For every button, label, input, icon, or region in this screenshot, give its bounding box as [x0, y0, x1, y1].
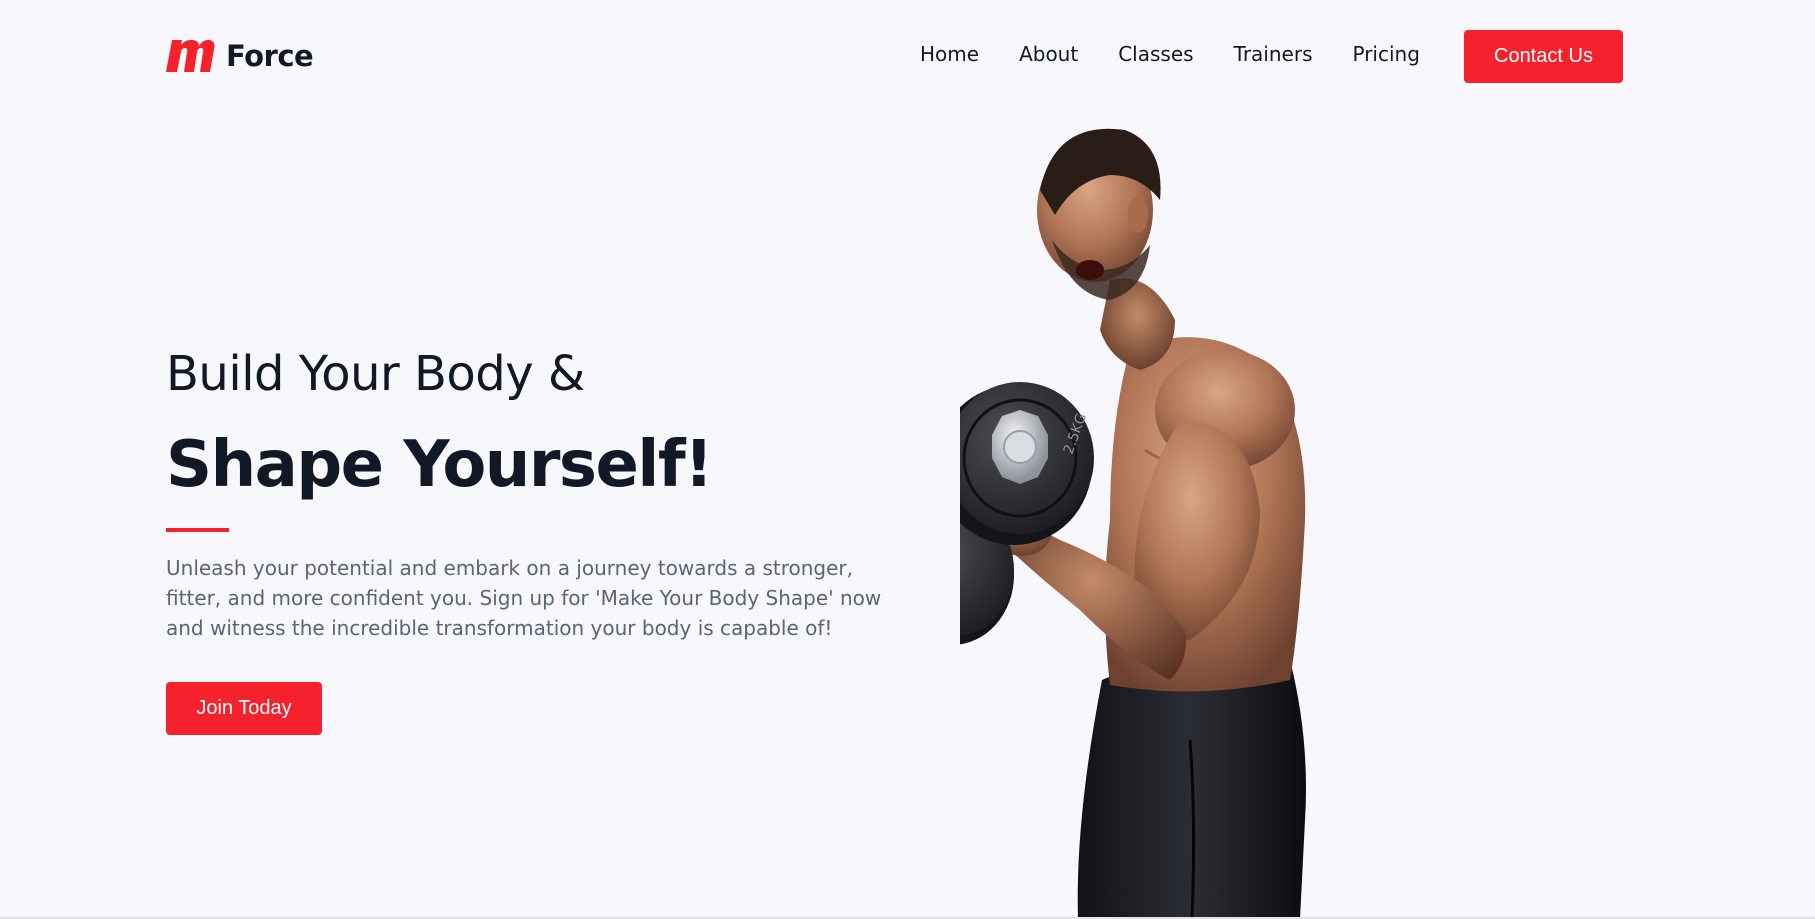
nav-trainers[interactable]: Trainers [1234, 42, 1313, 66]
main-nav: Home About Classes Trainers Pricing [920, 42, 1420, 66]
nav-pricing[interactable]: Pricing [1352, 42, 1419, 66]
hero-athlete-image: 2.5KG [960, 120, 1480, 919]
brand-logo[interactable]: Force [166, 36, 314, 76]
brand-name: Force [226, 39, 314, 73]
nav-classes[interactable]: Classes [1118, 42, 1193, 66]
nav-about[interactable]: About [1019, 42, 1078, 66]
join-today-button[interactable]: Join Today [166, 682, 322, 735]
m-logo-icon [166, 39, 215, 72]
hero-description: Unleash your potential and embark on a j… [166, 556, 882, 640]
hero-title: Shape Yourself! [166, 428, 713, 502]
nav-home[interactable]: Home [920, 42, 979, 66]
contact-us-button[interactable]: Contact Us [1464, 30, 1623, 83]
landing-page: Force Home About Classes Trainers Pricin… [0, 0, 1815, 919]
accent-divider [166, 528, 229, 532]
hero-kicker: Build Your Body & [166, 346, 585, 402]
